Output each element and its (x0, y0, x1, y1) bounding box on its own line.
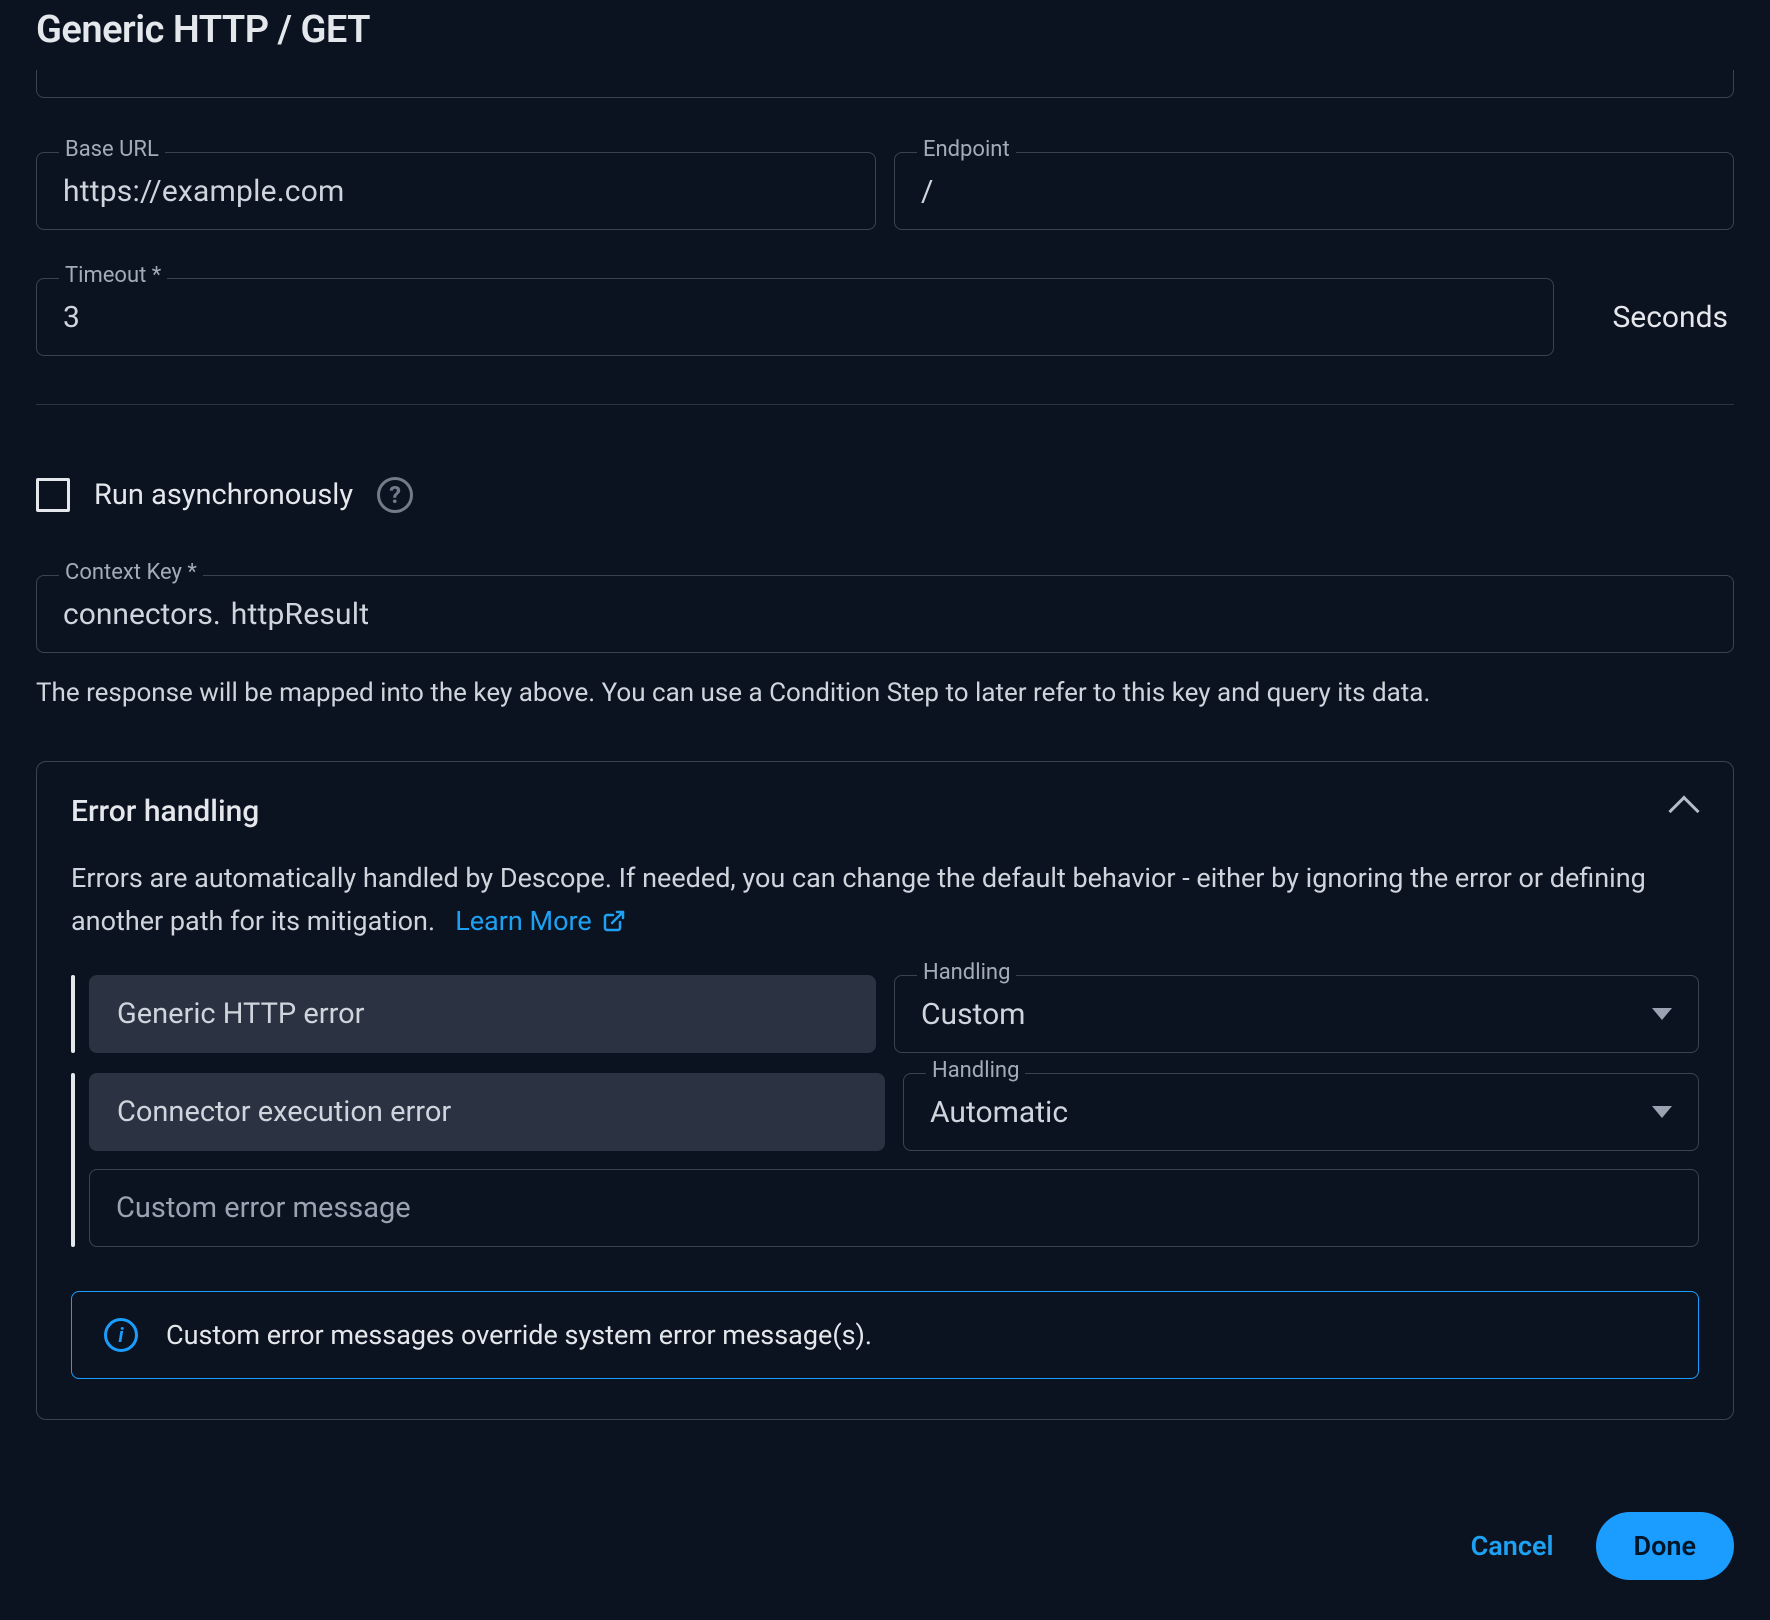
external-link-icon (602, 909, 626, 933)
run-async-checkbox[interactable] (36, 478, 70, 512)
context-key-input[interactable] (231, 597, 1707, 632)
section-divider (36, 404, 1734, 405)
error-handling-desc-text: Errors are automatically handled by Desc… (71, 862, 1646, 937)
info-banner: i Custom error messages override system … (71, 1291, 1699, 1379)
handling-label: Handling (926, 1060, 1025, 1082)
base-url-field[interactable]: Base URL (36, 152, 876, 230)
learn-more-label: Learn More (455, 900, 592, 943)
timeout-label: Timeout * (59, 265, 167, 287)
error-name-chip-1: Connector execution error (89, 1073, 885, 1151)
custom-error-message-field[interactable] (89, 1169, 1699, 1247)
handling-value: Automatic (930, 1095, 1068, 1130)
endpoint-label: Endpoint (917, 139, 1016, 161)
error-handling-section: Error handling Errors are automatically … (36, 761, 1734, 1420)
error-handling-select-1[interactable]: HandlingAutomatic (903, 1073, 1699, 1151)
context-key-field[interactable]: Context Key * connectors. (36, 575, 1734, 653)
dropdown-caret-icon (1652, 1106, 1672, 1118)
dropdown-caret-icon (1652, 1008, 1672, 1020)
error-row: Connector execution errorHandlingAutomat… (71, 1073, 1699, 1247)
handling-label: Handling (917, 962, 1016, 984)
base-url-input[interactable] (63, 174, 849, 209)
error-rail-0: Generic HTTP error (71, 975, 876, 1053)
done-button[interactable]: Done (1596, 1512, 1734, 1580)
base-url-label: Base URL (59, 139, 165, 161)
help-icon[interactable]: ? (377, 477, 413, 513)
info-banner-text: Custom error messages override system er… (166, 1319, 872, 1351)
info-icon: i (104, 1318, 138, 1352)
handling-value: Custom (921, 997, 1026, 1032)
timeout-field[interactable]: Timeout * (36, 278, 1554, 356)
context-key-prefix: connectors. (63, 597, 221, 632)
error-handling-select-0b[interactable]: Handling Custom (894, 975, 1699, 1053)
timeout-input[interactable] (63, 300, 1527, 335)
cancel-button[interactable]: Cancel (1461, 1518, 1564, 1574)
error-name-chip-0: Generic HTTP error (89, 975, 876, 1053)
run-async-label: Run asynchronously (94, 478, 353, 512)
error-rail-1: Connector execution errorHandlingAutomat… (71, 1073, 1699, 1247)
context-key-help-text: The response will be mapped into the key… (36, 675, 1734, 713)
context-key-label: Context Key * (59, 562, 203, 584)
timeout-unit-label: Seconds (1574, 300, 1734, 335)
page-title: Generic HTTP / GET (36, 8, 1734, 52)
endpoint-input[interactable] (921, 174, 1707, 209)
error-handling-description: Errors are automatically handled by Desc… (71, 857, 1699, 943)
custom-error-message-input[interactable] (116, 1191, 1672, 1225)
collapse-icon[interactable] (1668, 796, 1699, 827)
error-handling-title: Error handling (71, 794, 259, 829)
error-row: Generic HTTP error Handling Custom (71, 975, 1699, 1053)
previous-field-remnant (36, 70, 1734, 98)
learn-more-link[interactable]: Learn More (455, 900, 626, 943)
endpoint-field[interactable]: Endpoint (894, 152, 1734, 230)
